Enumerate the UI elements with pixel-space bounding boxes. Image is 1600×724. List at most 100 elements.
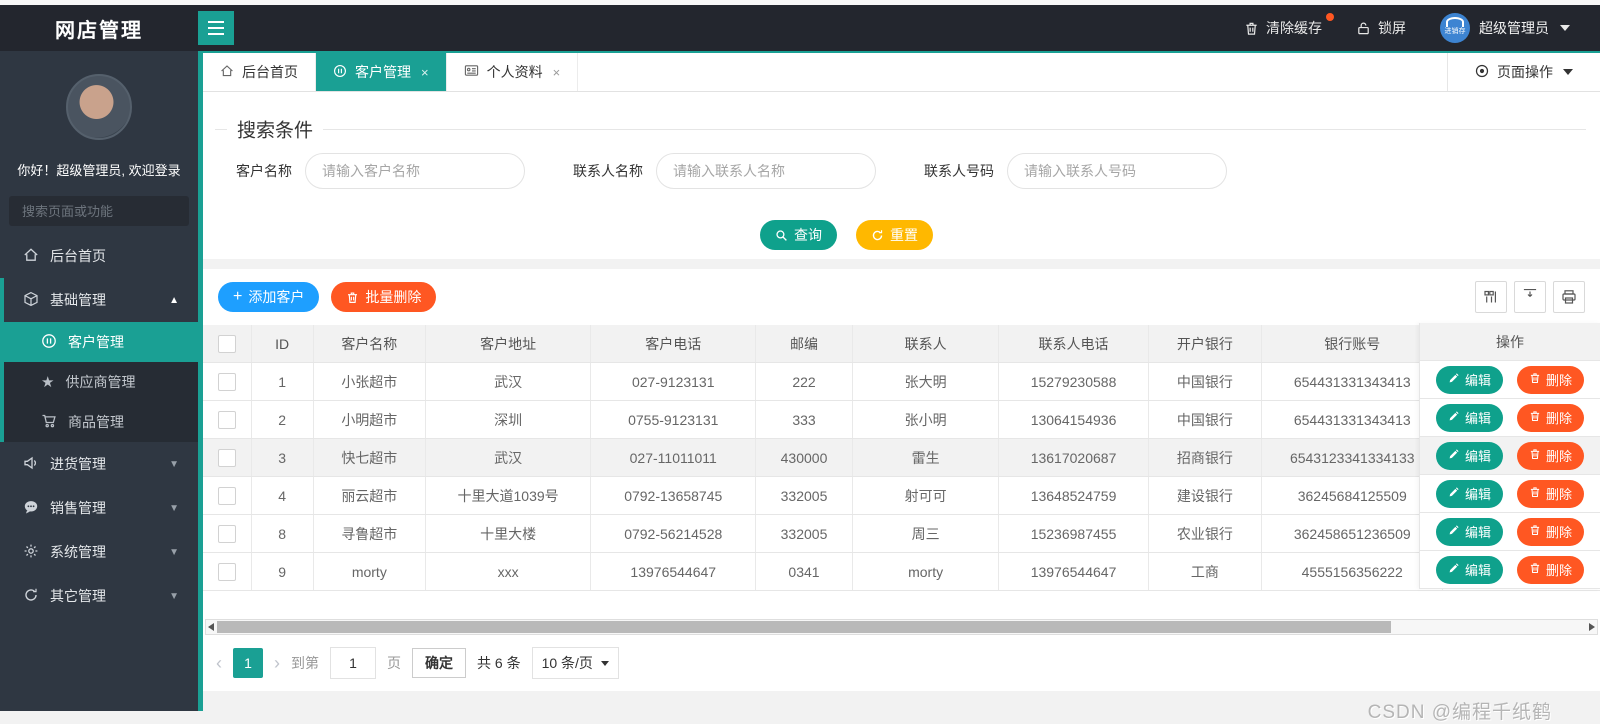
table-cell: 0755-9123131 [590, 400, 757, 439]
table-toolbar: + 添加客户 批量删除 [203, 269, 1600, 313]
table-cell: 1 [251, 362, 314, 401]
column-header[interactable]: 客户名称 [313, 325, 427, 363]
contact-phone-input[interactable] [1007, 153, 1227, 189]
trash-icon [1529, 562, 1541, 577]
batch-delete-button[interactable]: 批量删除 [331, 282, 437, 312]
export-button[interactable] [1514, 281, 1546, 313]
table-cell: morty [852, 552, 1000, 591]
hamburger-menu-button[interactable] [198, 11, 234, 45]
profile-photo[interactable] [66, 74, 132, 140]
print-button[interactable] [1553, 281, 1585, 313]
chevron-down-icon [1560, 25, 1570, 31]
sidebar-item-basic-management[interactable]: 基础管理 ▲ [0, 278, 198, 322]
edit-button[interactable]: 编辑 [1435, 555, 1503, 584]
sidebar-item-supplier-management[interactable]: ★ 供应商管理 [0, 362, 198, 402]
fieldset-line [215, 129, 1586, 130]
column-header[interactable]: 开户银行 [1148, 325, 1263, 363]
table-cell: 13064154936 [998, 400, 1149, 439]
sidebar-item-other-management[interactable]: 其它管理 ▼ [0, 574, 198, 618]
tab-dashboard[interactable]: 后台首页 [203, 53, 316, 91]
reset-button[interactable]: 重置 [856, 220, 933, 250]
clear-cache-button[interactable]: 清除缓存 [1244, 13, 1334, 38]
column-header[interactable]: 联系人 [852, 325, 1000, 363]
row-checkbox[interactable] [217, 524, 236, 543]
home-icon [23, 247, 39, 266]
row-checkbox[interactable] [217, 448, 236, 467]
table-row: 3 快七超市 武汉 027-11011011 430000 雷生 13617020687 招商… [203, 438, 1600, 477]
sidebar-item-customer-management[interactable]: 客户管理 [0, 322, 198, 362]
column-header[interactable]: 邮编 [755, 325, 853, 363]
tab-customer-management[interactable]: 客户管理 × [316, 53, 447, 91]
edit-button[interactable]: 编辑 [1435, 479, 1503, 508]
user-menu[interactable]: 进销存 超级管理员 [1440, 13, 1570, 43]
operation-cell: 编辑 删除 [1420, 361, 1600, 399]
edit-button[interactable]: 编辑 [1435, 365, 1503, 394]
table-row: 8 寻鲁超市 十里大楼 0792-56214528 332005 周三 1523698745… [203, 514, 1600, 553]
row-checkbox[interactable] [217, 486, 236, 505]
sidebar-item-purchase-management[interactable]: 进货管理 ▼ [0, 442, 198, 486]
row-checkbox[interactable] [217, 410, 236, 429]
close-icon[interactable]: × [553, 65, 561, 80]
delete-button[interactable]: 删除 [1517, 555, 1585, 584]
edit-button[interactable]: 编辑 [1435, 403, 1503, 432]
sidebar-search-input[interactable] [20, 202, 200, 220]
tab-bar: 后台首页 客户管理 × 个人资料 × 页面操作 [203, 53, 1600, 92]
row-checkbox[interactable] [217, 562, 236, 581]
contact-name-input[interactable] [656, 153, 876, 189]
edit-button[interactable]: 编辑 [1435, 441, 1503, 470]
table-cell: 农业银行 [1148, 514, 1263, 553]
table-row: 2 小明超市 深圳 0755-9123131 333 张小明 13064154936 中国银行… [203, 400, 1600, 439]
goto-confirm-button[interactable]: 确定 [412, 648, 466, 678]
circle-dot-icon [1475, 64, 1489, 81]
operation-cell: 编辑 删除 [1420, 513, 1600, 551]
row-checkbox[interactable] [217, 372, 236, 391]
horizontal-scrollbar[interactable] [205, 619, 1598, 635]
column-header[interactable]: ID [251, 325, 314, 363]
prev-page-button[interactable]: ‹ [216, 654, 222, 672]
sidebar-item-sales-management[interactable]: 销售管理 ▼ [0, 486, 198, 530]
select-all-checkbox[interactable] [217, 334, 236, 353]
search-panel: 搜索条件 客户名称 联系人名称 联系人号码 查询 重置 [203, 92, 1600, 259]
sidebar-item-product-management[interactable]: 商品管理 [0, 402, 198, 442]
close-icon[interactable]: × [421, 65, 429, 80]
column-header[interactable]: 联系人电话 [998, 325, 1149, 363]
table-row: 4 丽云超市 十里大道1039号 0792-13658745 332005 射可可 1364… [203, 476, 1600, 515]
goto-page-input[interactable] [330, 647, 376, 679]
main-content: 后台首页 客户管理 × 个人资料 × 页面操作 搜索条件 客户名称 联系人 [198, 51, 1600, 723]
lock-screen-button[interactable]: 锁屏 [1356, 18, 1406, 38]
delete-button[interactable]: 删除 [1517, 517, 1585, 546]
page-size-select[interactable]: 10 条/页 [531, 647, 619, 679]
edit-button[interactable]: 编辑 [1435, 517, 1503, 546]
username: 超级管理员 [1479, 20, 1549, 36]
delete-button[interactable]: 删除 [1517, 441, 1585, 470]
tab-profile[interactable]: 个人资料 × [447, 53, 579, 91]
add-customer-button[interactable]: + 添加客户 [218, 282, 320, 312]
row-checkbox-cell [203, 400, 252, 439]
customer-name-input[interactable] [305, 153, 525, 189]
delete-button[interactable]: 删除 [1517, 479, 1585, 508]
table-cell: 武汉 [425, 362, 592, 401]
column-header[interactable]: 客户电话 [590, 325, 757, 363]
column-header[interactable]: 银行账号 [1261, 325, 1444, 363]
page-operations-dropdown[interactable]: 页面操作 [1447, 53, 1600, 91]
operation-cell: 编辑 删除 [1420, 551, 1600, 589]
row-checkbox-cell [203, 362, 252, 401]
query-button[interactable]: 查询 [760, 220, 837, 250]
table-cell: 十里大楼 [425, 514, 592, 553]
trash-icon [1529, 524, 1541, 539]
delete-button[interactable]: 删除 [1517, 365, 1585, 394]
chevron-down-icon [1563, 69, 1573, 75]
sidebar-item-system-management[interactable]: 系统管理 ▼ [0, 530, 198, 574]
scroll-left-arrow-icon[interactable] [208, 623, 214, 631]
delete-button[interactable]: 删除 [1517, 403, 1585, 432]
table-cell: 0341 [755, 552, 853, 591]
table-cell: 丽云超市 [313, 476, 427, 515]
column-header[interactable]: 客户地址 [425, 325, 592, 363]
search-panel-title: 搜索条件 [227, 115, 324, 143]
scroll-right-arrow-icon[interactable] [1589, 623, 1595, 631]
lock-icon [1356, 21, 1371, 36]
scrollbar-thumb[interactable] [217, 621, 1391, 633]
filter-columns-button[interactable] [1475, 281, 1507, 313]
current-page-button[interactable]: 1 [233, 648, 263, 678]
next-page-button[interactable]: › [274, 654, 280, 672]
